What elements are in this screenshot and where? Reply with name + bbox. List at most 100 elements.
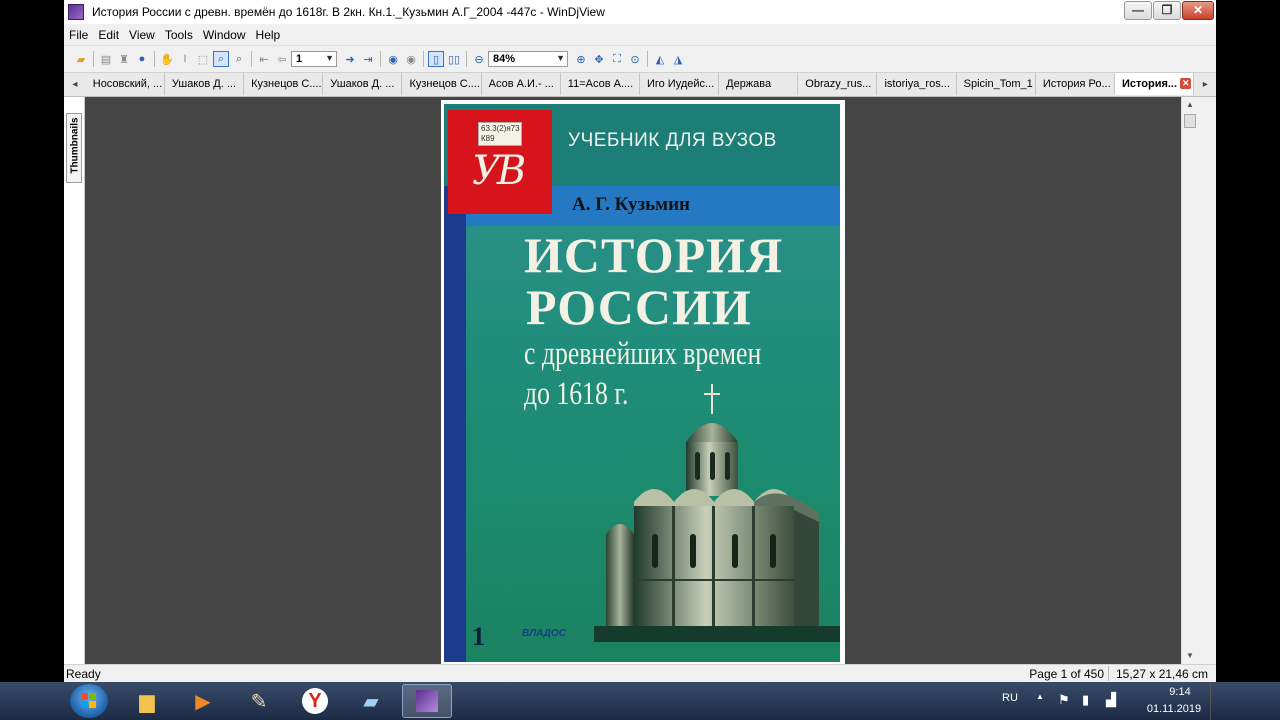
book-title-line-2: РОССИИ bbox=[526, 279, 752, 335]
language-indicator[interactable]: RU bbox=[1002, 692, 1018, 704]
windjview-window: История России с древн. времён до 1618г.… bbox=[64, 0, 1216, 720]
actual-size-icon[interactable]: ⊙ bbox=[627, 51, 643, 67]
toolbar-separator bbox=[423, 51, 424, 67]
toolbar-separator bbox=[93, 51, 94, 67]
scroll-down-icon[interactable]: ▼ bbox=[1182, 648, 1198, 664]
workspace: Thumbnails 63.3(2)я73 К89 УВ УЧЕБНИК ДЛЯ… bbox=[64, 97, 1216, 664]
close-tab-icon[interactable]: ✕ bbox=[1180, 78, 1192, 89]
facing-pages-icon[interactable]: ▯▯ bbox=[446, 51, 462, 67]
book-title-line-1: ИСТОРИЯ bbox=[524, 227, 784, 283]
magnify-icon[interactable]: ⌕ bbox=[231, 51, 247, 67]
doc-tab[interactable]: Иго Иудейс... bbox=[640, 73, 720, 95]
doc-tab[interactable]: Кузнецов С.... bbox=[402, 73, 482, 95]
restore-icon: ❐ bbox=[1161, 3, 1173, 17]
toolbar-separator bbox=[647, 51, 648, 67]
menu-bar: File Edit View Tools Window Help bbox=[64, 24, 1216, 46]
windjview-app-icon[interactable] bbox=[68, 4, 84, 20]
menu-file[interactable]: File bbox=[64, 28, 93, 42]
rect-select-icon[interactable]: ⬚ bbox=[195, 51, 211, 67]
doc-tab[interactable]: История Ро... bbox=[1036, 73, 1115, 95]
scrollbar-thumb[interactable] bbox=[1184, 114, 1196, 128]
volume-number: 1 bbox=[472, 622, 485, 651]
rotate-left-icon[interactable]: ◭ bbox=[652, 51, 668, 67]
first-page-icon[interactable]: ⇤ bbox=[256, 51, 272, 67]
show-hidden-icons-icon[interactable]: ▲ bbox=[1036, 692, 1044, 701]
doc-tab[interactable]: Ушаков Д. ... bbox=[323, 73, 403, 95]
doc-tab[interactable]: Ушаков Д. ... bbox=[165, 73, 245, 95]
toolbar-separator bbox=[154, 51, 155, 67]
document-viewport[interactable]: 63.3(2)я73 К89 УВ УЧЕБНИК ДЛЯ ВУЗОВ А. Г… bbox=[85, 97, 1199, 664]
thumbnails-tab[interactable]: Thumbnails bbox=[66, 113, 82, 183]
toolbar-separator bbox=[380, 51, 381, 67]
series-label: УЧЕБНИК ДЛЯ ВУЗОВ bbox=[568, 130, 777, 151]
taskbar-media-player-icon[interactable]: ▶ bbox=[178, 684, 228, 718]
zoom-rect-icon[interactable]: ⌕ bbox=[213, 51, 229, 67]
doc-tab[interactable]: Носовский, ... bbox=[86, 73, 165, 95]
doc-tab-active-label: История... bbox=[1121, 78, 1178, 90]
last-page-icon[interactable]: ⇥ bbox=[360, 51, 376, 67]
maximize-button[interactable]: ❐ bbox=[1153, 1, 1181, 20]
publisher-logo-box: 63.3(2)я73 К89 УВ bbox=[448, 110, 552, 214]
back-icon[interactable]: ◉ bbox=[385, 51, 401, 67]
fit-width-icon[interactable]: ⛶ bbox=[609, 51, 625, 67]
zoom-combo[interactable]: 84% ▼ bbox=[488, 51, 568, 67]
hand-tool-icon[interactable]: ✋ bbox=[159, 51, 175, 67]
open-icon[interactable]: ▰ bbox=[73, 51, 89, 67]
document-page: 63.3(2)я73 К89 УВ УЧЕБНИК ДЛЯ ВУЗОВ А. Г… bbox=[441, 100, 845, 664]
menu-window[interactable]: Window bbox=[198, 28, 251, 42]
windows-logo-icon bbox=[81, 693, 97, 709]
taskbar-explorer-icon[interactable]: ▆ bbox=[122, 684, 172, 718]
taskbar-windjview-icon[interactable] bbox=[402, 684, 452, 718]
taskbar-yandex-browser-icon[interactable]: Y bbox=[290, 684, 340, 718]
menu-help[interactable]: Help bbox=[251, 28, 286, 42]
taskbar-paint-icon[interactable]: ✎ bbox=[234, 684, 284, 718]
doc-tab[interactable]: Асов А.И.- ... bbox=[482, 73, 561, 95]
menu-view[interactable]: View bbox=[124, 28, 160, 42]
doc-tab[interactable]: 11=Асов А.... bbox=[561, 73, 640, 95]
book-cover: 63.3(2)я73 К89 УВ УЧЕБНИК ДЛЯ ВУЗОВ А. Г… bbox=[444, 104, 840, 662]
toolbar: ▰ ▤ ♜ ● ✋ I ⬚ ⌕ ⌕ ⇤ ⇦ 1 ▼ ➜ ⇥ ◉ ◉ ▯ ▯▯ ⊖… bbox=[64, 46, 1216, 73]
doc-tab[interactable]: Кузнецов С.... bbox=[244, 73, 324, 95]
tab-scroll-right-icon[interactable]: ▸ bbox=[1194, 73, 1216, 95]
doc-tab[interactable]: Spicin_Tom_1 bbox=[957, 73, 1036, 95]
clock-date[interactable]: 01.11.2019 bbox=[1136, 703, 1212, 715]
windows-taskbar: ▆ ▶ ✎ Y ▰ RU ▲ ⚑ ▮ ▟ 9:14 01.11.2019 bbox=[0, 682, 1280, 720]
chevron-down-icon: ▼ bbox=[556, 53, 565, 63]
doc-tab[interactable]: Obrazy_rus... bbox=[798, 73, 878, 95]
window-title: История России с древн. времён до 1618г.… bbox=[92, 5, 605, 19]
prev-page-icon[interactable]: ⇦ bbox=[274, 51, 290, 67]
close-button[interactable]: ✕ bbox=[1182, 1, 1214, 20]
document-tabs: ◂ Носовский, ... Ушаков Д. ... Кузнецов … bbox=[64, 73, 1216, 97]
power-icon[interactable]: ▮ bbox=[1082, 692, 1089, 708]
fit-page-icon[interactable]: ✥ bbox=[591, 51, 607, 67]
taskbar-notes-icon[interactable]: ▰ bbox=[346, 684, 396, 718]
single-page-icon[interactable]: ▯ bbox=[428, 51, 444, 67]
zoom-in-icon[interactable]: ⊕ bbox=[573, 51, 589, 67]
next-page-icon[interactable]: ➜ bbox=[342, 51, 358, 67]
vertical-scrollbar[interactable]: ▲ ▼ bbox=[1181, 97, 1199, 664]
doc-tab[interactable]: Держава bbox=[719, 73, 799, 95]
cover-blue-strip bbox=[444, 186, 466, 662]
doc-tab[interactable]: istoriya_ros... bbox=[877, 73, 957, 95]
doc-tab-active[interactable]: История... ✕ bbox=[1114, 73, 1195, 95]
series-monogram: УВ bbox=[472, 148, 526, 194]
page-number-combo[interactable]: 1 ▼ bbox=[291, 51, 337, 67]
print-icon[interactable]: ▤ bbox=[98, 51, 114, 67]
find-icon[interactable]: ♜ bbox=[116, 51, 132, 67]
clock-time[interactable]: 9:14 bbox=[1150, 686, 1210, 698]
minimize-button[interactable]: — bbox=[1124, 1, 1152, 20]
scroll-up-icon[interactable]: ▲ bbox=[1182, 97, 1198, 113]
show-desktop-button[interactable] bbox=[1210, 682, 1217, 720]
text-select-icon[interactable]: I bbox=[177, 51, 193, 67]
menu-tools[interactable]: Tools bbox=[160, 28, 198, 42]
tab-scroll-left-icon[interactable]: ◂ bbox=[64, 73, 86, 95]
network-icon[interactable]: ▟ bbox=[1106, 692, 1116, 708]
status-bar: Ready Page 1 of 450 15,27 x 21,46 cm bbox=[64, 664, 1216, 683]
start-button[interactable] bbox=[70, 684, 108, 718]
info-icon[interactable]: ● bbox=[134, 51, 150, 67]
action-center-icon[interactable]: ⚑ bbox=[1058, 692, 1070, 708]
menu-edit[interactable]: Edit bbox=[93, 28, 124, 42]
zoom-out-icon[interactable]: ⊖ bbox=[471, 51, 487, 67]
rotate-right-icon[interactable]: ◮ bbox=[670, 51, 686, 67]
forward-icon[interactable]: ◉ bbox=[403, 51, 419, 67]
